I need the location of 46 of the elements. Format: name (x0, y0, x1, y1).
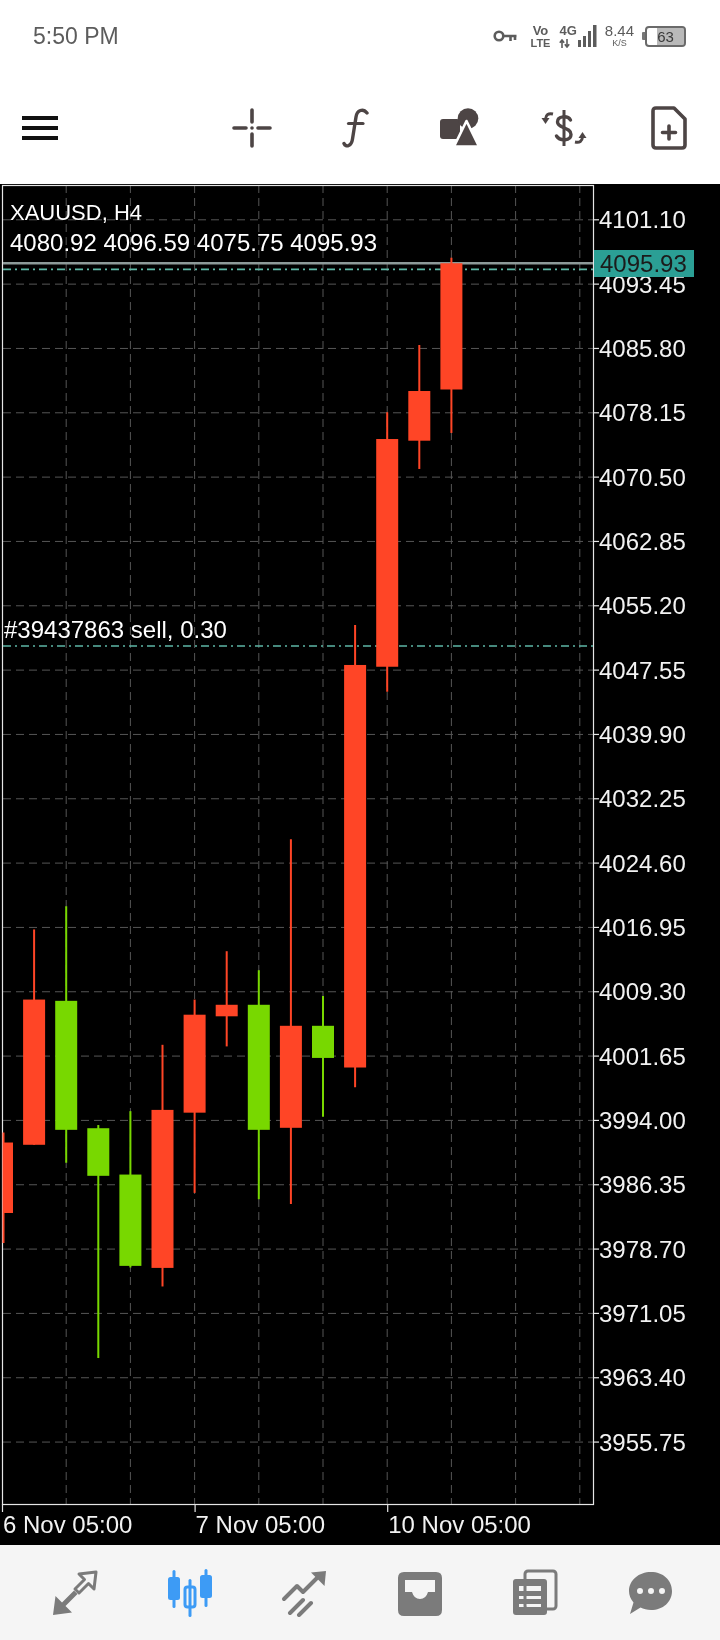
data-arrows-icon (559, 39, 571, 48)
price-axis-label: 4085.80 (599, 335, 686, 363)
network-type-label: 4G (559, 24, 577, 37)
document-plus-icon (649, 106, 687, 150)
time-axis-label: 7 Nov 05:00 (195, 1511, 325, 1538)
price-axis-label: 4032.25 (599, 785, 686, 813)
price-axis-label: 4101.10 (599, 206, 686, 234)
crosshair-icon (232, 108, 272, 148)
newspaper-icon (510, 1568, 559, 1617)
speed-unit-label: K/S (612, 38, 627, 48)
price-axis-label: 4047.55 (599, 656, 686, 684)
volte-label: Vo (532, 23, 549, 37)
network-speed-label: 8.44 (604, 24, 634, 38)
lte-label: LTE (530, 36, 551, 49)
candlestick-icon (165, 1568, 214, 1617)
price-axis-label: 3994.00 (599, 1107, 686, 1134)
price-axis-label: 3978.70 (599, 1235, 686, 1263)
trend-arrow-icon (280, 1568, 329, 1617)
dollar-arrows-icon (540, 108, 588, 148)
battery-indicator: 63 (642, 25, 686, 47)
price-axis-label: 4039.90 (599, 721, 686, 749)
price-axis-label: 4016.95 (599, 914, 686, 942)
time-axis-label: 6 Nov 05:00 (3, 1511, 133, 1538)
current-price-tag: 4095.93 (594, 249, 694, 277)
menu-icon (22, 116, 58, 140)
price-axis-label: 4001.65 (599, 1042, 686, 1070)
key-icon (493, 29, 518, 43)
time-axis-label: 10 Nov 05:00 (388, 1511, 531, 1538)
order-label: #39437863 sell, 0.30 (4, 616, 227, 644)
price-axis-label: 4009.30 (599, 978, 686, 1006)
price-axis-label: 3955.75 (599, 1428, 686, 1456)
price-axis-label: 4055.20 (599, 592, 686, 620)
price-axis-label: 3986.35 (599, 1171, 686, 1199)
diagonal-arrows-icon (50, 1568, 99, 1617)
price-axis-label: 4078.15 (599, 399, 686, 427)
function-icon (342, 108, 370, 148)
ohlc-values: 4080.92 4096.59 4075.75 4095.93 (10, 229, 378, 257)
shapes-icon (440, 108, 480, 148)
clock-time: 5:50 PM (33, 23, 119, 49)
symbol-timeframe-label: XAUUSD, H4 (10, 200, 143, 226)
price-axis-label: 3971.05 (599, 1300, 686, 1327)
price-axis-label: 4062.85 (599, 528, 686, 556)
price-axis-label: 4070.50 (599, 463, 686, 491)
price-axis-label: 3963.40 (599, 1364, 686, 1392)
price-axis-label: 4024.60 (599, 849, 686, 877)
signal-bars-icon (577, 25, 597, 47)
